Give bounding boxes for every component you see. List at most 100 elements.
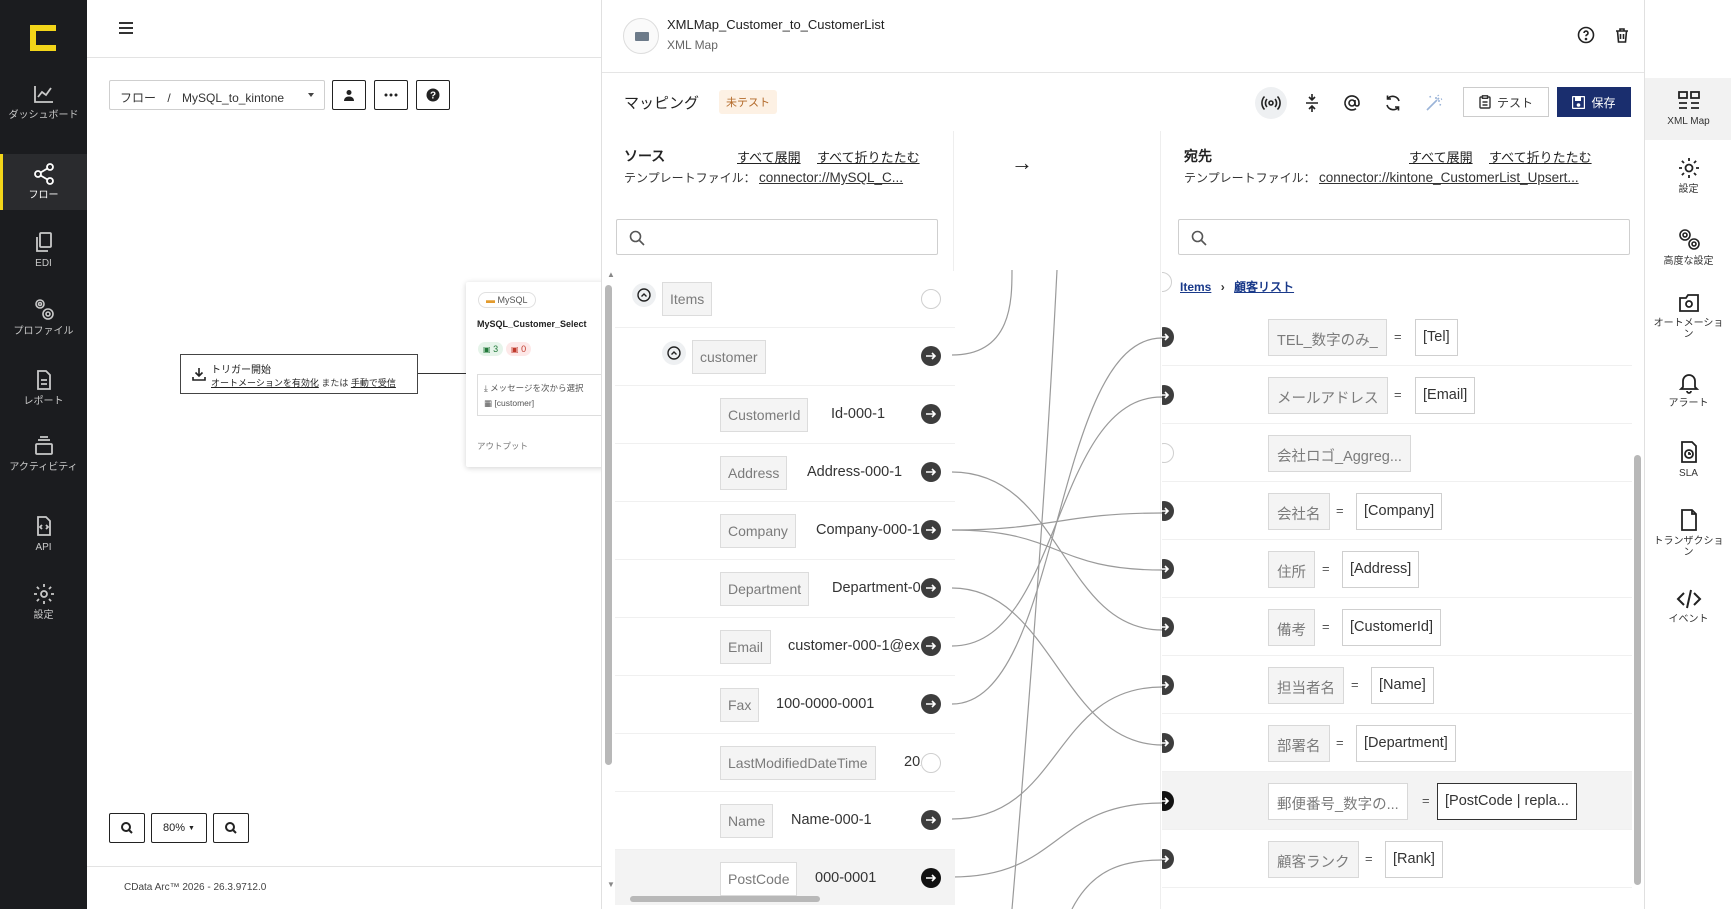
source-collapse-all-link[interactable]: すべて折りたたむ	[817, 147, 920, 166]
source-scrollbar[interactable]	[605, 285, 612, 765]
target-expression[interactable]: [PostCode | repla...	[1437, 783, 1577, 820]
source-key[interactable]: Address	[720, 456, 788, 490]
link-handle[interactable]	[1162, 791, 1174, 811]
sidebar-item-automation[interactable]: オートメーション	[1645, 292, 1731, 340]
target-search-input[interactable]	[1178, 219, 1630, 255]
refresh-button[interactable]	[1377, 87, 1409, 119]
target-expression[interactable]: [Address]	[1342, 551, 1420, 588]
target-expression[interactable]: [Company]	[1356, 493, 1443, 530]
link-handle[interactable]	[1162, 501, 1174, 521]
target-key[interactable]: メールアドレス	[1268, 377, 1388, 414]
link-handle[interactable]	[1162, 272, 1172, 292]
user-button[interactable]	[332, 80, 366, 110]
link-handle[interactable]	[921, 753, 941, 773]
chevron-down-icon[interactable]	[308, 93, 314, 97]
nav-item-report[interactable]: レポート	[0, 368, 87, 434]
link-handle[interactable]	[921, 346, 941, 366]
source-key[interactable]: Fax	[720, 688, 760, 722]
target-key[interactable]: 住所	[1268, 551, 1315, 588]
test-button[interactable]: テスト	[1463, 87, 1549, 117]
nav-item-edi[interactable]: EDI	[0, 230, 87, 296]
save-button[interactable]: 保存	[1557, 87, 1631, 117]
sidebar-item-advanced-settings[interactable]: 高度な設定	[1645, 226, 1731, 267]
namespace-button[interactable]	[1336, 87, 1368, 119]
connector-input-box[interactable]: ⤓ メッセージを次から選択 ▦ [customer]	[477, 374, 606, 416]
link-handle[interactable]	[1162, 559, 1174, 579]
target-expression[interactable]: [Rank]	[1385, 841, 1443, 878]
live-preview-toggle[interactable]	[1255, 87, 1287, 119]
link-handle[interactable]	[1162, 327, 1174, 347]
target-expression[interactable]: [Department]	[1356, 725, 1456, 762]
target-key[interactable]: 会社ロゴ_Aggreg...	[1268, 435, 1411, 472]
zoom-level-select[interactable]: 80% ▼	[151, 813, 207, 843]
zoom-out-button[interactable]	[213, 813, 249, 843]
link-handle[interactable]	[921, 636, 941, 656]
scroll-down-icon[interactable]: ▼	[607, 880, 615, 889]
link-handle[interactable]	[921, 868, 941, 888]
link-handle[interactable]	[1162, 385, 1174, 405]
target-scrollbar[interactable]	[1634, 455, 1641, 885]
source-horizontal-scrollbar[interactable]	[630, 896, 820, 902]
target-key[interactable]: 部署名	[1268, 725, 1330, 762]
link-handle[interactable]	[921, 810, 941, 830]
source-key[interactable]: customer	[692, 340, 766, 374]
menu-icon[interactable]	[119, 22, 133, 34]
source-key[interactable]: PostCode	[720, 862, 798, 896]
nav-item-dashboard[interactable]: ダッシュボード	[0, 82, 87, 148]
link-handle[interactable]	[1162, 675, 1174, 695]
target-expression[interactable]: [Name]	[1371, 667, 1434, 704]
source-key[interactable]: Name	[720, 804, 774, 838]
link-handle[interactable]	[921, 578, 941, 598]
breadcrumb-customer-list-link[interactable]: 顧客リスト	[1234, 280, 1294, 294]
help-button[interactable]: ?	[416, 80, 450, 110]
nav-item-api[interactable]: API	[0, 514, 87, 580]
more-button[interactable]	[374, 80, 408, 110]
target-expression[interactable]: [Tel]	[1415, 319, 1458, 356]
source-key[interactable]: Items	[662, 282, 713, 316]
source-key[interactable]: CustomerId	[720, 398, 809, 432]
link-handle[interactable]	[1162, 443, 1174, 463]
enable-automation-link[interactable]: オートメーションを有効化	[211, 378, 319, 388]
link-handle[interactable]	[921, 462, 941, 482]
link-handle[interactable]	[1162, 849, 1174, 869]
sidebar-item-events[interactable]: イベント	[1645, 588, 1731, 625]
nav-item-flow[interactable]: フロー	[0, 154, 87, 210]
scroll-up-icon[interactable]: ▲	[607, 270, 615, 279]
zoom-in-button[interactable]	[109, 813, 145, 843]
source-key[interactable]: Company	[720, 514, 796, 548]
source-search-input[interactable]	[616, 219, 938, 255]
help-icon[interactable]	[1577, 26, 1597, 46]
trash-icon[interactable]	[1613, 26, 1633, 46]
target-key[interactable]: 郵便番号_数字の...	[1268, 783, 1408, 820]
link-handle[interactable]	[921, 289, 941, 309]
source-key[interactable]: LastModifiedDateTime	[720, 746, 876, 780]
link-handle[interactable]	[921, 520, 941, 540]
cdata-logo[interactable]	[30, 25, 56, 51]
trigger-node[interactable]: トリガー開始 オートメーションを有効化 または 手動で受信	[180, 354, 418, 394]
source-key[interactable]: Department	[720, 572, 810, 606]
mysql-connector-node[interactable]: ▬ MySQL MySQL_Customer_Select ▣ 3 ▣ 0 ⤓ …	[466, 282, 606, 467]
sidebar-item-settings[interactable]: 設定	[1645, 156, 1731, 195]
source-expand-all-link[interactable]: すべて展開	[737, 147, 801, 166]
link-handle[interactable]	[921, 694, 941, 714]
target-expression[interactable]: [Email]	[1415, 377, 1476, 414]
sidebar-item-xml-map[interactable]: XML Map	[1645, 78, 1731, 140]
collapse-icon[interactable]	[662, 341, 686, 365]
target-key[interactable]: TEL_数字のみ_	[1268, 319, 1387, 356]
target-template-link[interactable]: connector://kintone_CustomerList_Upsert.…	[1319, 170, 1579, 185]
link-handle[interactable]	[1162, 617, 1174, 637]
flow-breadcrumb[interactable]: フロー / MySQL_to_kintone	[109, 80, 325, 110]
target-key[interactable]: 顧客ランク	[1268, 841, 1359, 878]
target-expression[interactable]: [CustomerId]	[1342, 609, 1441, 646]
collapse-icon[interactable]	[632, 283, 656, 307]
nav-item-settings[interactable]: 設定	[0, 582, 87, 648]
target-key[interactable]: 担当者名	[1268, 667, 1344, 704]
target-key[interactable]: 備考	[1268, 609, 1315, 646]
manual-receive-link[interactable]: 手動で受信	[351, 378, 396, 388]
error-count-badge[interactable]: ▣ 0	[506, 342, 532, 356]
success-count-badge[interactable]: ▣ 3	[478, 342, 504, 356]
nav-item-profile[interactable]: プロファイル	[0, 296, 87, 362]
auto-map-button[interactable]	[1418, 87, 1450, 119]
breadcrumb-root[interactable]: フロー	[120, 91, 156, 105]
target-collapse-all-link[interactable]: すべて折りたたむ	[1489, 147, 1592, 166]
